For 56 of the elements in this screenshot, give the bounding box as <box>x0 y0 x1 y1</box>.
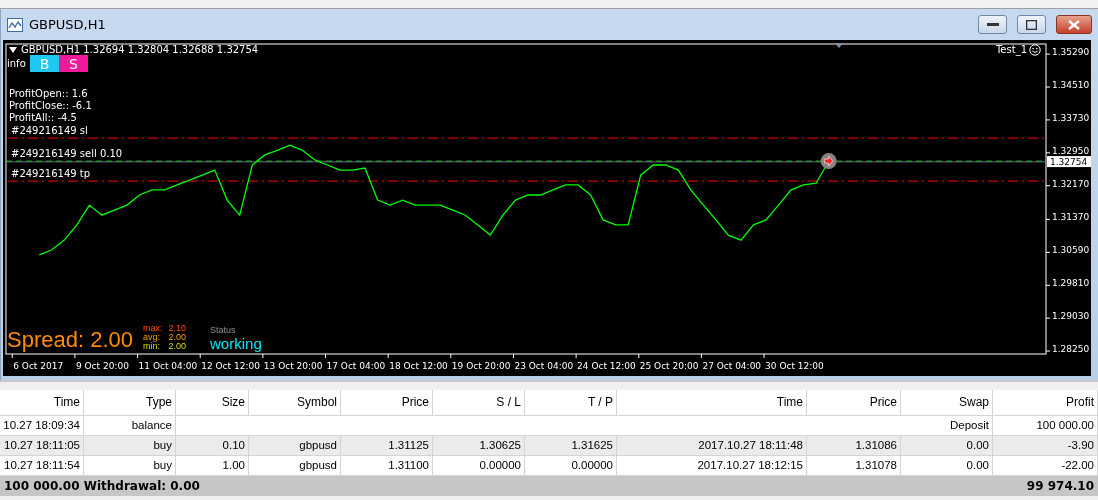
order-label: #249216149 sell 0.10 <box>11 148 123 160</box>
time-axis-label: 13 Oct 20:00 <box>263 361 323 371</box>
time-axis-label: 6 Oct 2017 <box>13 361 64 371</box>
time-axis-label: 30 Oct 12:00 <box>765 361 824 371</box>
status-value: working <box>210 336 262 352</box>
spread-stat-value: 2.00 <box>168 333 187 342</box>
time-axis-label: 19 Oct 20:00 <box>451 361 511 371</box>
table-cell: gbpusd <box>249 436 341 456</box>
spread-stat-label: avg: <box>143 333 161 342</box>
window-title: GBPUSD,H1 <box>29 17 107 32</box>
time-axis-label: 27 Oct 04:00 <box>702 361 762 371</box>
info-label: info <box>7 58 26 70</box>
table-cell: 1.31125 <box>341 436 433 456</box>
profit-line: ProfitOpen:: 1.6 <box>9 88 89 100</box>
table-cell: -3.90 <box>993 436 1098 456</box>
price-axis-label: 1.28250 <box>1052 344 1090 355</box>
profit-line: ProfitAll:: -4.5 <box>9 112 78 124</box>
spread-stat-value: 2.00 <box>168 342 187 351</box>
table-cell: 0.10 <box>176 436 249 456</box>
time-axis-label: 23 Oct 04:00 <box>514 361 574 371</box>
table-cell: 2017.10.27 18:11:48 <box>617 436 807 456</box>
price-axis-label: 1.31370 <box>1052 212 1090 223</box>
time-axis-label: 18 Oct 12:00 <box>389 361 448 371</box>
table-cell: buy <box>84 436 176 456</box>
status-label: Status <box>210 324 237 336</box>
time-axis-label: 24 Oct 12:00 <box>577 361 636 371</box>
chart-header: GBPUSD,H1 1.32694 1.32804 1.32688 1.32754 <box>21 44 259 56</box>
price-axis-label: 1.32170 <box>1052 178 1090 189</box>
price-axis-label: 1.29810 <box>1052 278 1090 289</box>
price-axis-label: 1.32950 <box>1052 145 1090 156</box>
spread-value: Spread: 2.00 <box>7 328 133 352</box>
table-cell: 0.00 <box>901 436 993 456</box>
price-axis-label: 1.30590 <box>1052 245 1090 256</box>
price-axis-label: 1.34510 <box>1052 80 1090 90</box>
spread-stat-label: max: <box>143 324 163 333</box>
time-axis-label: 9 Oct 20:00 <box>75 361 129 371</box>
table-cell: 10.27 18:11:05 <box>0 436 84 456</box>
spread-stat-label: min: <box>143 342 161 351</box>
spread-stat-value: 2.10 <box>168 324 187 333</box>
balance-summary: 100 000.00 Withdrawal: 0.00 <box>4 478 200 495</box>
price-axis-label: 1.33730 <box>1052 112 1090 123</box>
total-profit: 99 974.10 <box>1026 478 1094 495</box>
time-axis-label: 17 Oct 04:00 <box>326 361 386 371</box>
table-cell: 1.31086 <box>807 436 901 456</box>
price-axis-label: 1.35290 <box>1052 47 1090 58</box>
expert-name: Test_1 <box>995 44 1027 56</box>
table-cell: 1.31625 <box>525 436 617 456</box>
table-cell: 1.30625 <box>433 436 525 456</box>
time-axis-label: 11 Oct 04:00 <box>138 361 198 371</box>
time-axis-label: 12 Oct 12:00 <box>201 361 260 371</box>
order-label: #249216149 sl <box>11 125 88 137</box>
order-label: #249216149 tp <box>11 168 91 180</box>
profit-line: ProfitClose:: -6.1 <box>9 100 92 112</box>
price-axis-label: 1.29030 <box>1052 311 1090 322</box>
current-price-tag: 1.32754 <box>1047 156 1091 168</box>
time-axis-label: 25 Oct 20:00 <box>639 361 699 371</box>
